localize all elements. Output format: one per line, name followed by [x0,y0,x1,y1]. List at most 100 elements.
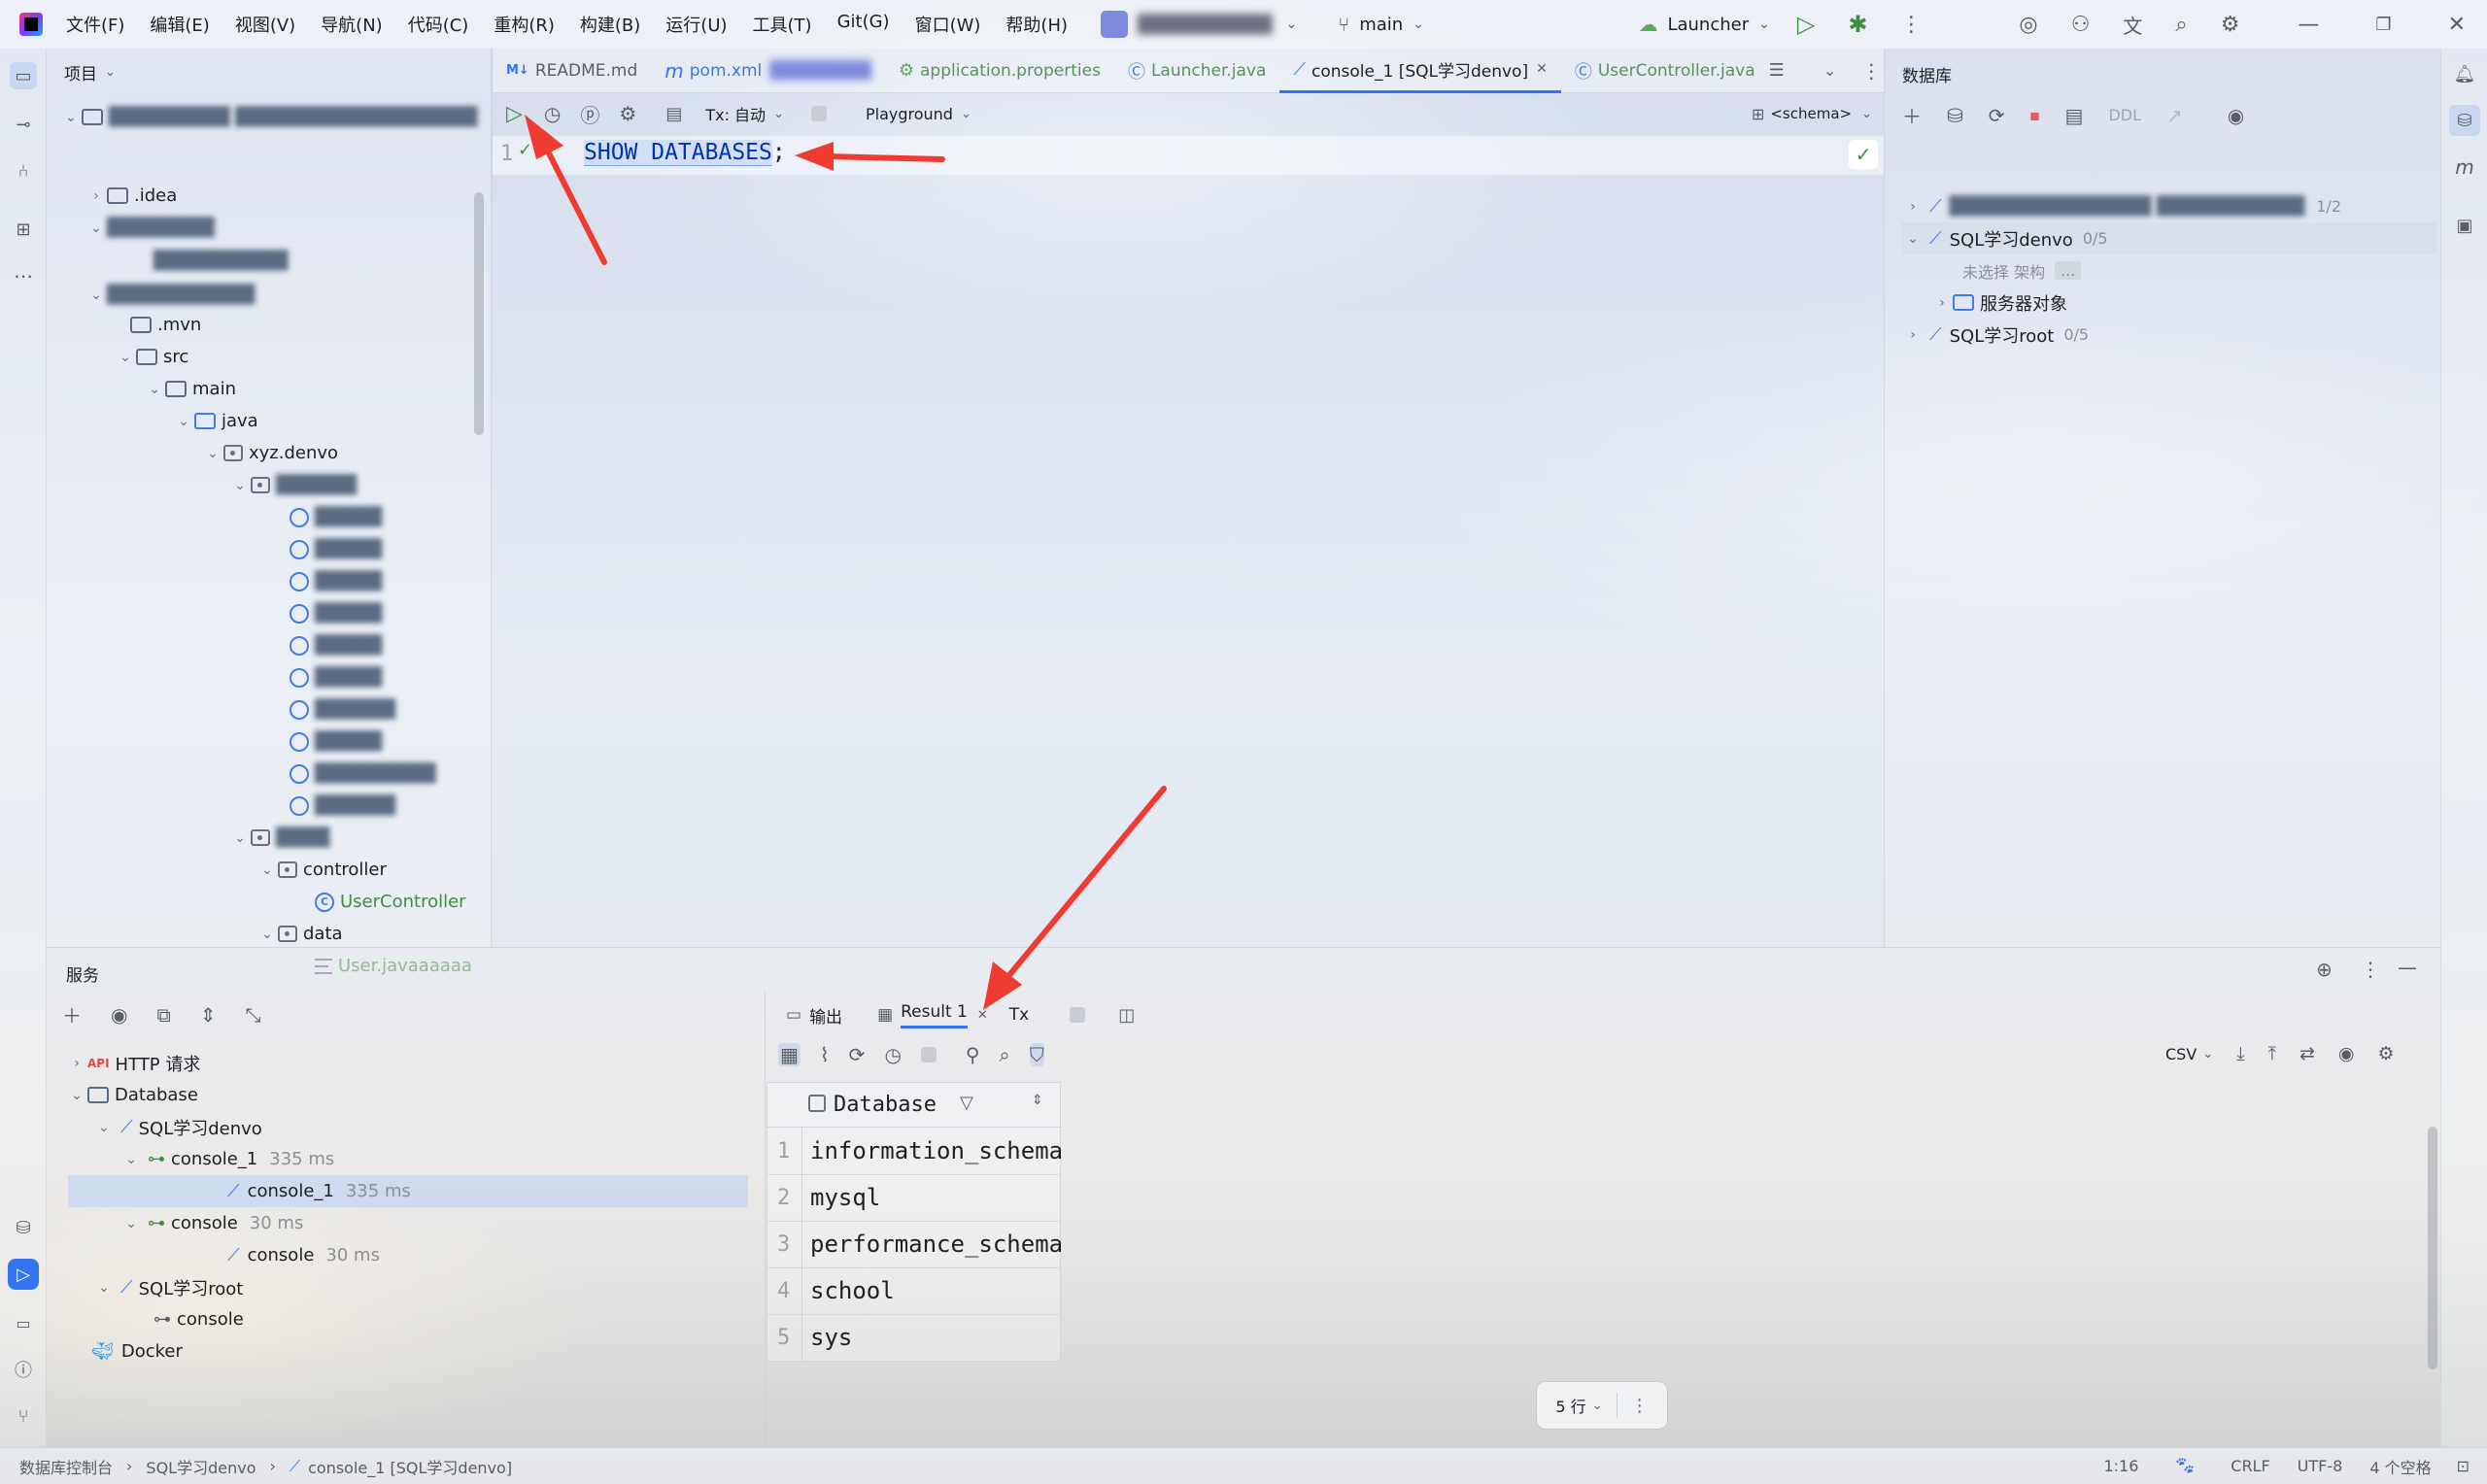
tree-src[interactable]: ⌄ src [115,341,188,373]
caret-position[interactable]: 1:16 [2103,1457,2138,1475]
commit-tool-icon[interactable]: ⊸ [10,111,37,138]
refresh-icon[interactable]: ⟳ [1989,104,2005,127]
tab-result-1[interactable]: Result 1 [901,1002,968,1029]
refresh-icon[interactable]: ⟳ [849,1043,866,1066]
layout-icon[interactable]: ◫ [1118,1005,1135,1026]
more-vertical-icon[interactable]: ⋮ [1900,13,1922,37]
tab-output[interactable]: 输出 [809,1003,842,1028]
datasource-1[interactable]: › ⟋ ███████████████ ███████████ 1/2 [1902,190,2341,222]
view-options-icon[interactable]: ◉ [2228,104,2244,127]
pull-requests-icon[interactable]: ⑃ [10,157,37,185]
notifications-icon[interactable]: 🔔︎ [2451,60,2478,87]
service-root[interactable]: ⌄ ⟋ SQL学习root [93,1271,243,1303]
new-tab-icon[interactable]: ⧉ [156,1000,170,1029]
menu-view[interactable]: 视图(V) [235,12,295,37]
ai-assistant-icon[interactable]: ◎ [2019,13,2037,37]
code-line-1[interactable]: 1 ✓ SHOW DATABASES; ✓ [493,136,1884,175]
chart-view-icon[interactable]: ⌇ [820,1043,830,1066]
view-icon[interactable]: ◉ [2338,1043,2355,1064]
restore-window-icon[interactable]: ❐ [2375,15,2391,35]
search-icon[interactable]: ⌕ [2175,13,2187,37]
project-scrollbar[interactable] [474,192,484,435]
filter-icon[interactable]: ▽ [960,1093,973,1113]
minimize-window-icon[interactable]: — [2298,13,2319,37]
column-header[interactable]: Database ▽ ⇕ [767,1083,1060,1128]
stop-icon[interactable] [920,1047,937,1062]
more-vertical-icon[interactable]: ⋮ [2361,958,2380,981]
tree-blurred-class[interactable]: █████ [290,597,382,629]
git-branch-selector[interactable]: ⑂ main ⌄ [1338,13,1424,36]
server-objects[interactable]: › 服务器对象 [1931,287,2067,319]
service-console1-group[interactable]: ⌄ ⊶ console_1 335 ms [120,1143,334,1175]
expand-all-icon[interactable]: ⇕ [200,1000,217,1029]
schema-selector[interactable]: ⊞ <schema> ⌄ [1752,105,1872,123]
close-window-icon[interactable]: ✕ [2448,13,2466,37]
menu-navigate[interactable]: 导航(N) [321,12,383,37]
settings-gear-icon[interactable]: ⚙ [2221,13,2240,37]
tree-blurred-class[interactable]: █████ [290,533,382,565]
service-console1-item[interactable]: ⟋ console_1 335 ms [68,1175,748,1207]
tree-main[interactable]: ⌄ main [144,373,236,405]
account-icon[interactable]: ⚇ [2071,13,2091,37]
disconnect-icon[interactable]: ⏹ [2030,104,2040,127]
datasource-properties-icon[interactable]: ⛁ [1947,104,1963,127]
chevron-down-icon[interactable]: ⌄ [1823,61,1836,80]
collapse-all-icon[interactable]: ⤡ [246,1000,261,1029]
problems-tool-icon[interactable]: ⓘ [10,1356,37,1383]
debug-icon[interactable]: ✱ [1848,11,1867,38]
jump-to-icon[interactable]: ↗ [2166,104,2183,127]
tree-blurred-class[interactable]: ██████ [290,693,395,725]
menu-code[interactable]: 代码(C) [408,12,469,37]
table-editor-icon[interactable]: ▤ [2065,104,2084,127]
tx-mode-selector[interactable]: Tx: 自动 ⌄ [705,102,784,125]
history-icon[interactable]: ◷ [884,1043,901,1066]
menu-git[interactable]: Git(G) [837,12,890,37]
menu-file[interactable]: 文件(F) [66,12,124,37]
breadcrumb-item[interactable]: 数据库控制台 [19,1455,113,1478]
ai-chat-icon[interactable]: ▣ [2451,212,2478,239]
service-console-item[interactable]: ⟋ console 30 ms [227,1239,380,1271]
line-separator[interactable]: CRLF [2231,1457,2269,1475]
database-panel-icon[interactable]: ⛁ [2449,105,2480,136]
services-tool-icon[interactable]: ▷ [8,1259,39,1290]
tree-root[interactable]: ⌄ █████████ ██████████████████ [60,101,477,133]
filter-icon[interactable]: ⛉ [1029,1043,1044,1066]
result-cell[interactable]: performance_schema [810,1231,1063,1258]
tree-blurred-2[interactable]: ██████████ [153,245,288,277]
tree-blurred-class[interactable]: █████████ [290,758,436,790]
lock-icon[interactable]: ⊡ [2457,1457,2470,1475]
row-count-selector[interactable]: 5 行 ⌄ [1555,1394,1602,1417]
project-tool-icon[interactable]: ▭ [10,62,37,89]
datasource-denvo[interactable]: ⌄ ⟋ SQL学习denvo 0/5 [1902,222,2436,254]
tree-blurred-class[interactable]: █████ [290,725,382,758]
tree-blurred-class[interactable]: █████ [290,661,382,693]
breadcrumb-item[interactable]: console_1 [SQL学习denvo] [308,1455,512,1478]
sort-icon[interactable]: ⇕ [1032,1093,1043,1108]
close-tab-icon[interactable]: ✕ [1536,61,1548,77]
service-console-group[interactable]: ⌄ ⊶ console 30 ms [120,1207,303,1239]
breadcrumb-item[interactable]: SQL学习denvo [146,1455,256,1478]
service-docker[interactable]: 🐳︎ Docker [91,1335,183,1367]
tree-mvn[interactable]: .mvn [109,309,201,341]
git-tool-icon[interactable]: ⑂ [10,1402,37,1430]
add-service-icon[interactable]: ＋ [62,1000,82,1029]
stop-icon[interactable] [810,106,827,121]
tab-readme[interactable]: M↓ README.md [493,49,651,93]
structure-tool-icon[interactable]: ⊞ [10,216,37,243]
settings-gear-icon[interactable]: ⚙ [619,102,636,125]
settings-gear-icon[interactable]: ⚙ [2378,1043,2395,1064]
search-icon[interactable]: ⌕ [1000,1043,1010,1066]
tree-blurred-pkg-2[interactable]: ⌄ ████ [229,822,329,854]
download-icon[interactable]: ⤓ [2236,1043,2244,1064]
no-schema-row[interactable]: 未选择 架构 ... [1962,254,2082,287]
tab-usercontroller[interactable]: Ⓒ UserController.java [1561,49,1769,93]
tree-blurred-class[interactable]: ██████ [290,790,395,822]
project-panel-header[interactable]: 项目 ⌄ [64,60,116,84]
datasource-root[interactable]: › ⟋ SQL学习root 0/5 [1902,319,2089,351]
menu-refactor[interactable]: 重构(R) [494,12,555,37]
export-format-selector[interactable]: CSV ⌄ [2165,1045,2213,1063]
hide-panel-icon[interactable]: — [2398,956,2417,979]
table-view-icon[interactable]: ▦ [778,1043,801,1066]
tree-blurred-class[interactable]: █████ [290,565,382,597]
tab-application-properties[interactable]: ⚙ application.properties [885,49,1114,93]
